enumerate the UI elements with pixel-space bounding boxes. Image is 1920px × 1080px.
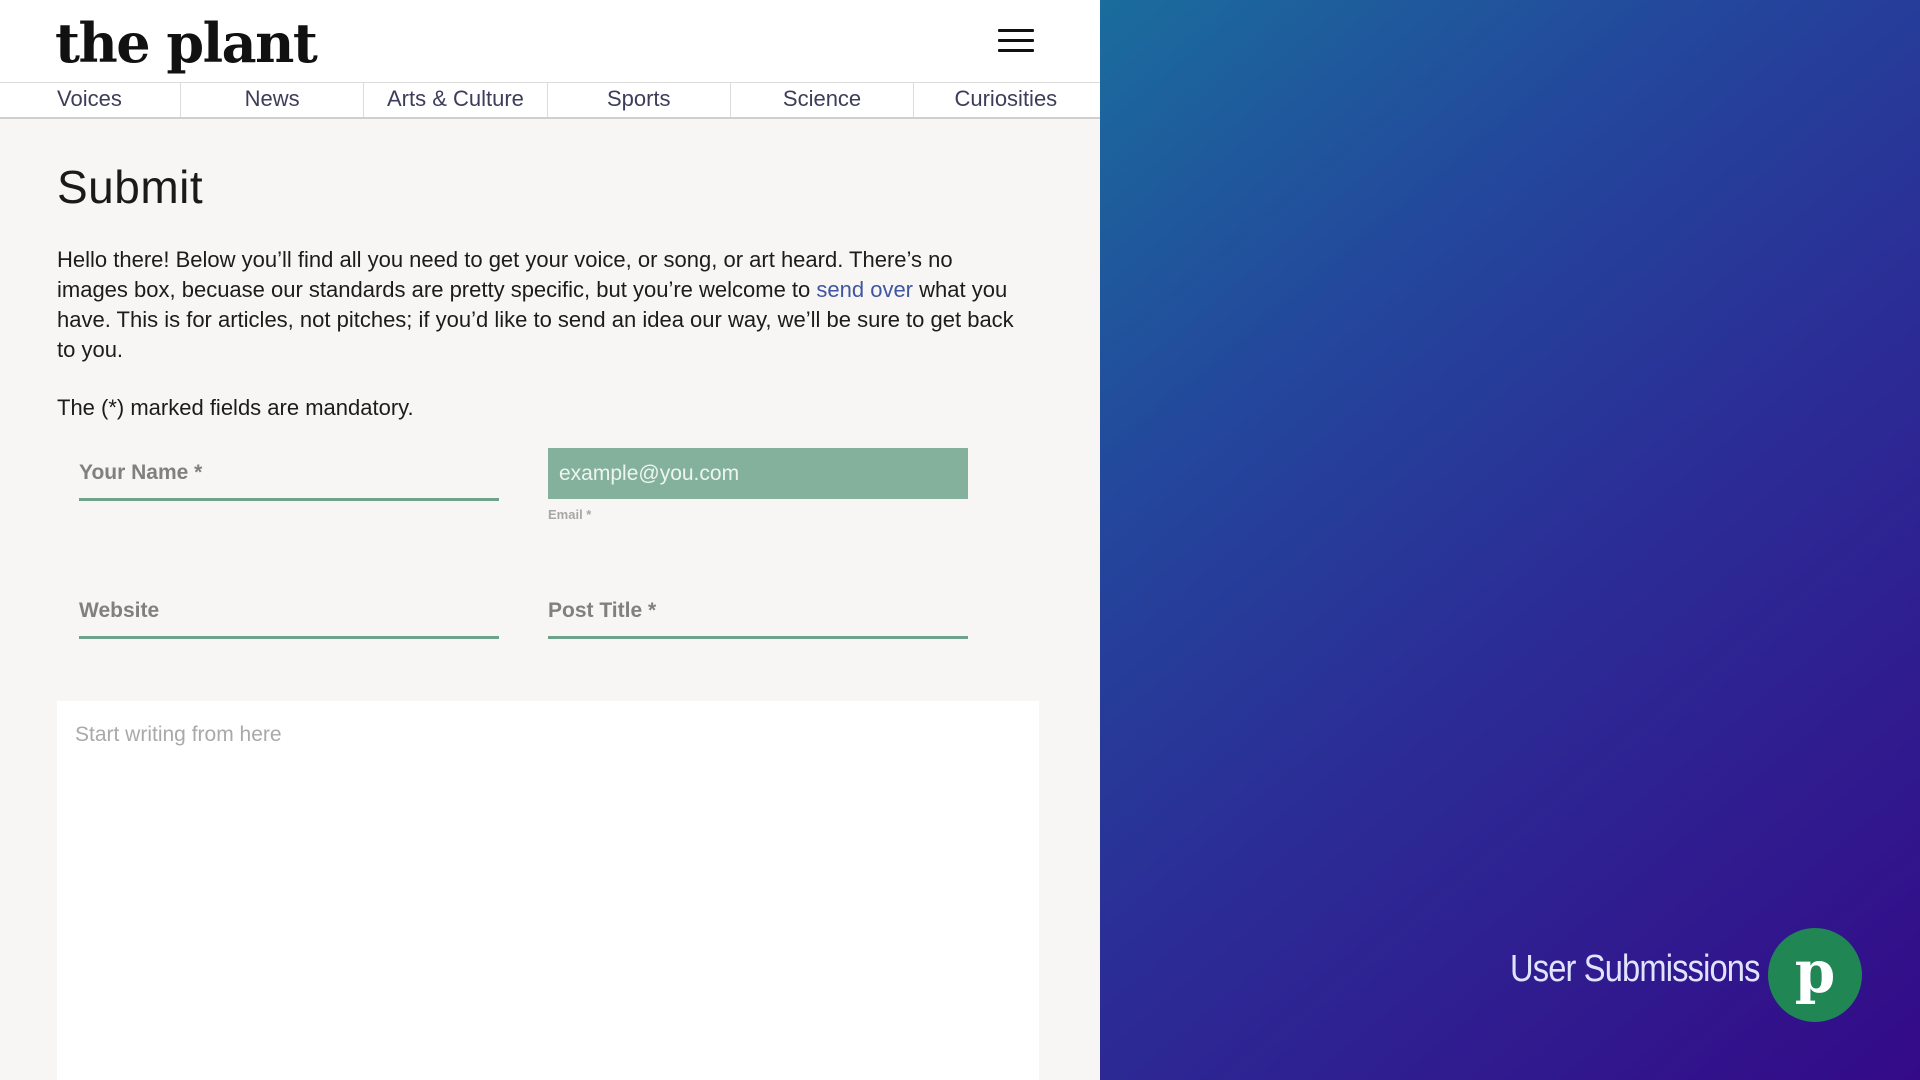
email-label: Email * xyxy=(548,507,592,522)
name-input[interactable] xyxy=(79,447,499,501)
nav-item-arts-culture[interactable]: Arts & Culture xyxy=(364,83,548,117)
nav-item-voices[interactable]: Voices xyxy=(0,83,181,117)
page-title: Submit xyxy=(57,161,204,213)
hamburger-icon[interactable] xyxy=(998,28,1034,54)
nav-item-curiosities[interactable]: Curiosities xyxy=(914,83,1097,117)
website-input[interactable] xyxy=(79,585,499,639)
post-title-field-wrapper xyxy=(548,585,968,639)
section-nav: Voices News Arts & Culture Sports Scienc… xyxy=(0,82,1100,119)
badge-letter: p xyxy=(1794,938,1836,1006)
user-submissions-tagline: User Submissions xyxy=(1510,948,1760,990)
main-column: the plant Voices News Arts & Culture Spo… xyxy=(0,0,1100,1080)
name-field-wrapper xyxy=(79,447,499,501)
hamburger-line xyxy=(998,29,1034,32)
nav-item-science[interactable]: Science xyxy=(731,83,915,117)
hamburger-line xyxy=(998,49,1034,52)
post-body-editor[interactable] xyxy=(57,701,1039,1080)
top-bar: the plant xyxy=(0,0,1100,82)
nav-item-sports[interactable]: Sports xyxy=(548,83,731,117)
site-logo[interactable]: the plant xyxy=(55,8,318,78)
send-over-link[interactable]: send over xyxy=(816,277,913,302)
post-title-input[interactable] xyxy=(548,585,968,639)
side-panel: User Submissions p xyxy=(1100,0,1920,1080)
plant-badge-logo[interactable]: p xyxy=(1768,928,1862,1022)
nav-item-news[interactable]: News xyxy=(181,83,365,117)
website-field-wrapper xyxy=(79,585,499,639)
email-input[interactable] xyxy=(548,448,968,499)
intro-paragraph: Hello there! Below you’ll find all you n… xyxy=(57,245,1027,365)
hamburger-line xyxy=(998,39,1034,42)
mandatory-note: The (*) marked fields are mandatory. xyxy=(57,395,414,420)
